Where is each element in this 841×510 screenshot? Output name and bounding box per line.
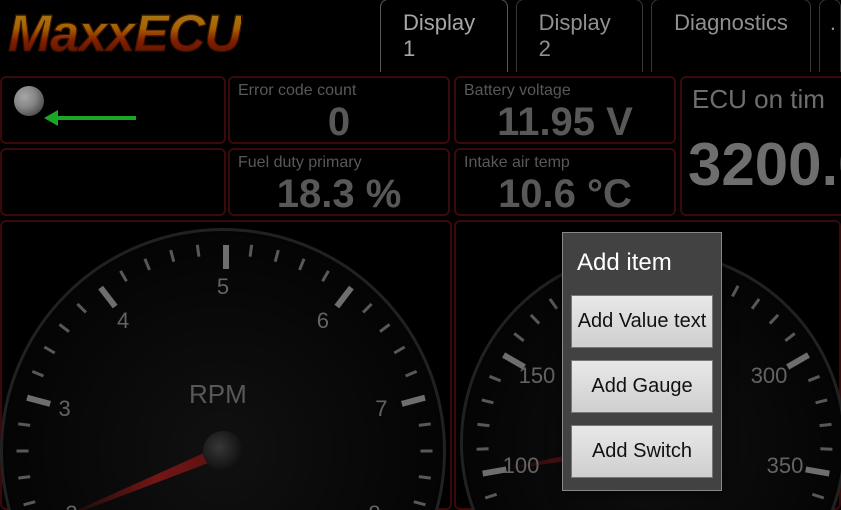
gauge-tick-minor: [44, 346, 56, 355]
tab-display-1[interactable]: Display 1: [380, 0, 508, 72]
gauge-tick-minor: [169, 250, 175, 262]
button-label: Add Switch: [592, 440, 692, 462]
gauge-number: 300: [751, 363, 788, 389]
add-switch-button[interactable]: Add Switch: [571, 425, 713, 478]
gauge-tick-minor: [731, 285, 739, 297]
gauge-tick-minor: [405, 370, 417, 377]
gauge-number: 5: [217, 274, 229, 300]
cell-value: 11.95 V: [456, 100, 674, 145]
gauge-tick-minor: [489, 375, 501, 382]
gauge-tick-minor: [808, 375, 820, 382]
gauge-tick-minor: [421, 450, 433, 453]
gauge-number: 6: [317, 308, 329, 334]
gauge-tick: [805, 466, 830, 476]
cell-label: Battery voltage: [464, 82, 571, 100]
gauge-tick-minor: [298, 258, 305, 270]
gauge-tick-minor: [513, 332, 524, 342]
gauge-tick-minor: [393, 346, 405, 355]
gauge-tick-minor: [144, 258, 151, 270]
gauge-tick-minor: [17, 450, 29, 453]
gauge-tick: [98, 286, 117, 309]
gauge-number: 4: [117, 308, 129, 334]
gauge-tick-minor: [379, 323, 390, 333]
gauge-tick-minor: [481, 398, 493, 404]
header: MaxxECU Display 1 Display 2 Diagnostics …: [0, 0, 841, 72]
cell-label: ECU on tim: [692, 84, 825, 115]
dialog-title: Add item: [563, 233, 721, 295]
cell-label: Error code count: [238, 82, 356, 100]
cell-error-count[interactable]: Error code count 0: [228, 76, 450, 144]
gauge-tick-minor: [820, 447, 832, 450]
gauge-tick: [401, 395, 426, 407]
tab-label: Display 2: [539, 10, 611, 61]
cell-battery-voltage[interactable]: Battery voltage 11.95 V: [454, 76, 676, 144]
gauge-tick-minor: [196, 245, 201, 257]
gauge-hub-icon: [203, 431, 243, 471]
gauge-tick-minor: [812, 493, 824, 500]
add-item-dialog: Add item Add Value text Add Gauge Add Sw…: [562, 232, 722, 491]
button-label: Add Gauge: [591, 375, 692, 397]
gauge-tick-minor: [419, 475, 431, 480]
gauge-number: 7: [375, 396, 387, 422]
gauge-tick-minor: [477, 423, 489, 427]
button-label: Add Value text: [578, 310, 707, 332]
gauge-number: 8: [368, 501, 380, 510]
gauge-tick-minor: [76, 303, 87, 314]
add-value-text-button[interactable]: Add Value text: [571, 295, 713, 348]
cell-value: 10.6 °C: [456, 172, 674, 217]
gauge-tick-minor: [32, 370, 44, 377]
tab-label: Display 1: [403, 10, 475, 61]
gauge-number: 100: [503, 453, 540, 479]
gauge-number: 350: [767, 453, 804, 479]
cell-label: Intake air temp: [464, 154, 570, 172]
cell-value: 18.3 %: [230, 172, 448, 217]
gauge-tick-minor: [549, 298, 558, 309]
gauge-tick-minor: [274, 250, 280, 262]
tab-display-2[interactable]: Display 2: [516, 0, 644, 72]
cell-value: 3200.0: [688, 130, 841, 199]
gauge-tick: [334, 286, 353, 309]
tab-label: Diagnostics: [674, 10, 788, 35]
gauge-tick-minor: [477, 447, 489, 450]
gauge-tick-minor: [819, 423, 831, 427]
tab-diagnostics[interactable]: Diagnostics: [651, 0, 811, 72]
gauge-tick-minor: [485, 493, 497, 500]
gauge-tick-minor: [18, 475, 30, 480]
gauge-tick: [26, 395, 51, 407]
tab-more-icon: .: [830, 10, 836, 35]
gauge-tick-minor: [18, 422, 30, 427]
gauge-tick-minor: [413, 500, 425, 506]
gauge-tick-minor: [530, 314, 540, 325]
cell-ecu-on-time[interactable]: ECU on tim 3200.0: [680, 76, 841, 216]
gauge-tick-minor: [751, 298, 760, 309]
cell-intake-temp[interactable]: Intake air temp 10.6 °C: [454, 148, 676, 216]
gauge-tick-minor: [815, 398, 827, 404]
hint-arrow-icon: [58, 116, 136, 120]
gauge-tick-minor: [769, 314, 779, 325]
tab-overflow[interactable]: .: [819, 0, 841, 72]
cell-value: 0: [230, 100, 448, 145]
gauge-tick-minor: [419, 422, 431, 427]
gauge-tick-minor: [23, 500, 35, 506]
add-gauge-button[interactable]: Add Gauge: [571, 360, 713, 413]
gauge-label: RPM: [189, 379, 247, 410]
gauge-tick-minor: [784, 332, 795, 342]
tab-bar: Display 1 Display 2 Diagnostics .: [380, 0, 841, 72]
gauge-tick-minor: [362, 303, 373, 314]
gauge-tick-minor: [119, 270, 128, 282]
gauge-number: 3: [58, 396, 70, 422]
grid-cell[interactable]: [0, 148, 226, 216]
cell-fuel-duty[interactable]: Fuel duty primary 18.3 %: [228, 148, 450, 216]
gauge-tick: [786, 352, 810, 369]
gauge-tick: [223, 245, 229, 269]
gauge-tick-minor: [321, 270, 330, 282]
switch-indicator-icon[interactable]: [14, 86, 44, 116]
gauge-tick-minor: [59, 323, 70, 333]
cell-label: Fuel duty primary: [238, 154, 362, 172]
gauge-tick-minor: [249, 245, 254, 257]
gauge-number: 150: [519, 363, 556, 389]
gauge-number: 2: [65, 501, 77, 510]
logo: MaxxECU: [8, 4, 241, 64]
